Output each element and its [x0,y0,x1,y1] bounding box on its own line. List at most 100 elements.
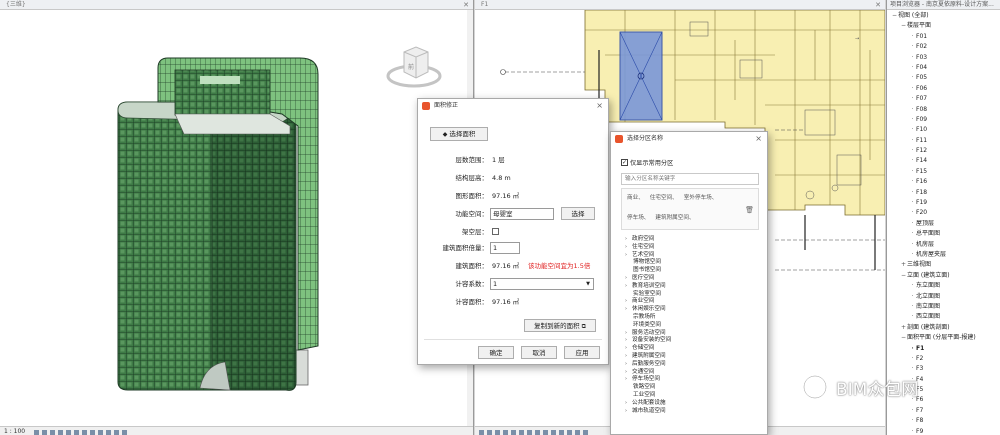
view-control-icons[interactable] [479,429,591,435]
zone-list-item[interactable]: › 城市轨道空间 [625,408,765,416]
zone-list-item[interactable]: 图书馆空间 [625,267,765,275]
zone-tag[interactable]: 住宅空间、 [650,193,678,201]
view-control-icons[interactable] [34,429,130,435]
trash-icon[interactable]: 🗑 [745,206,754,214]
browser-item[interactable]: · F9 [887,427,1000,435]
zone-list-item[interactable]: 宗教场所 [625,314,765,322]
browser-item[interactable]: · F3 [887,364,1000,374]
browser-item[interactable]: −面积平面 (分层平面-报建) [887,333,1000,343]
zone-category-list[interactable]: › 政府空间 › 住宅空间 › 艺术空间 博物馆空间 图书馆空间 › 医疗空间 › 教育培训空间 实验室… [625,236,765,415]
close-icon[interactable]: ✕ [463,0,469,10]
zone-list-item[interactable]: › 公共配套设施 [625,400,765,408]
browser-item[interactable]: −视图 (全部) [887,11,1000,21]
collapse-icon[interactable]: − [900,21,907,31]
select-space-button[interactable]: 选择 [561,207,595,220]
browser-item[interactable]: · 南立面图 [887,302,1000,312]
zone-search-input[interactable] [621,173,759,185]
project-browser[interactable]: 项目浏览器 - 南京夏依原料-设计方案... −视图 (全部) −楼层平面 · F01… [886,0,1000,435]
select-area-button[interactable]: ◆ 选择面积 [430,127,488,141]
browser-item[interactable]: · F02 [887,42,1000,52]
browser-item[interactable]: · F15 [887,167,1000,177]
zone-list-item[interactable]: › 仓储空间 [625,345,765,353]
zone-list-item[interactable]: › 教育培训空间 [625,283,765,291]
chevron-right-icon[interactable]: › [625,376,632,384]
browser-item[interactable]: · F09 [887,115,1000,125]
chevron-right-icon[interactable]: › [625,275,632,283]
chevron-right-icon[interactable]: › [625,236,632,244]
browser-item[interactable]: · 屋顶层 [887,219,1000,229]
browser-item[interactable]: +三维视图 [887,260,1000,270]
chevron-right-icon[interactable]: › [625,283,632,291]
only-common-checkbox[interactable]: ✓ [621,159,628,166]
chevron-right-icon[interactable]: › [625,252,632,260]
chevron-right-icon[interactable]: › [625,369,632,377]
zone-list-item[interactable]: › 商业空间 [625,298,765,306]
apply-button[interactable]: 应用 [564,346,600,359]
browser-item[interactable]: · F20 [887,208,1000,218]
zone-tag[interactable]: 室外停车场、 [684,193,718,201]
browser-item[interactable]: · F2 [887,354,1000,364]
browser-item[interactable]: · 东立面图 [887,281,1000,291]
zone-list-item[interactable]: 铁路空间 [625,384,765,392]
view-3d-tab[interactable]: {三维} ✕ [0,0,473,10]
close-icon[interactable]: ✕ [875,0,881,10]
chevron-right-icon[interactable]: › [625,345,632,353]
copy-to-new-area-button[interactable]: 复制到新的面积 ⧉ [524,319,596,332]
chevron-right-icon[interactable]: › [625,361,632,369]
browser-item[interactable]: · F01 [887,32,1000,42]
browser-item[interactable]: · F1 [887,344,1000,354]
close-icon[interactable]: × [755,132,762,146]
expand-icon[interactable]: + [900,323,907,333]
browser-item[interactable]: · F19 [887,198,1000,208]
scale-label[interactable]: 1 : 100 [4,428,25,435]
chevron-right-icon[interactable]: › [625,408,632,416]
browser-item[interactable]: −楼层平面 [887,21,1000,31]
zone-list-item[interactable]: › 停车场空间 [625,376,765,384]
browser-item[interactable]: · F14 [887,156,1000,166]
zone-tag[interactable]: 商业、 [627,193,644,201]
zone-list-item[interactable]: › 医疗空间 [625,275,765,283]
view-cube[interactable]: 前 [384,38,444,98]
collapse-icon[interactable]: − [891,11,898,21]
chevron-right-icon[interactable]: › [625,298,632,306]
browser-item[interactable]: · F12 [887,146,1000,156]
collapse-icon[interactable]: − [900,271,907,281]
multiplier-field[interactable]: 1 [490,242,520,254]
browser-item[interactable]: · F16 [887,177,1000,187]
browser-item[interactable]: · 北立面图 [887,292,1000,302]
overhead-checkbox[interactable] [492,228,499,235]
browser-item[interactable]: · F08 [887,105,1000,115]
browser-item[interactable]: +剖面 (建筑剖面) [887,323,1000,333]
zone-tag[interactable]: 停车场、 [627,213,649,221]
zone-list-item[interactable]: 环境类空间 [625,322,765,330]
chevron-right-icon[interactable]: › [625,306,632,314]
browser-item[interactable]: · 机房屋夹层 [887,250,1000,260]
browser-item[interactable]: · F11 [887,136,1000,146]
chevron-right-icon[interactable]: › [625,400,632,408]
browser-item[interactable]: · F10 [887,125,1000,135]
zone-list-item[interactable]: › 休闲娱乐空间 [625,306,765,314]
expand-icon[interactable]: + [900,260,907,270]
chevron-right-icon[interactable]: › [625,244,632,252]
zone-list-item[interactable]: › 设备安装的空间 [625,337,765,345]
browser-item[interactable]: · F7 [887,406,1000,416]
chevron-right-icon[interactable]: › [625,337,632,345]
browser-item[interactable]: · F03 [887,53,1000,63]
zone-list-item[interactable]: › 政府空间 [625,236,765,244]
zone-dialog-header[interactable]: 选择分区名称 × [611,132,767,146]
browser-item[interactable]: · F04 [887,63,1000,73]
browser-item[interactable]: · F8 [887,416,1000,426]
zone-tag[interactable]: 建筑附属空间、 [655,213,694,221]
zone-list-item[interactable]: › 建筑附属空间 [625,353,765,361]
zone-name-dialog[interactable]: 选择分区名称 × ✓ 仅显示常用分区 商业、住宅空间、室外停车场、 停车场、建筑… [610,131,768,435]
browser-item[interactable]: · F18 [887,188,1000,198]
cancel-button[interactable]: 取消 [521,346,557,359]
browser-item[interactable]: · F06 [887,84,1000,94]
browser-item[interactable]: · 总平面图 [887,229,1000,239]
area-correction-dialog[interactable]: 面积修正 × ◆ 选择面积 层数范围： 1 层 结构层高： 4.8 m 图形面积：… [417,98,609,365]
ok-button[interactable]: 确定 [478,346,514,359]
collapse-icon[interactable]: − [900,333,907,343]
project-browser-tree[interactable]: −视图 (全部) −楼层平面 · F01 · F02 · F03 · F04 · F05 · F06 · F0… [887,10,1000,435]
browser-item[interactable]: · F05 [887,73,1000,83]
coef-select[interactable]: 1 ▼ [490,278,594,290]
